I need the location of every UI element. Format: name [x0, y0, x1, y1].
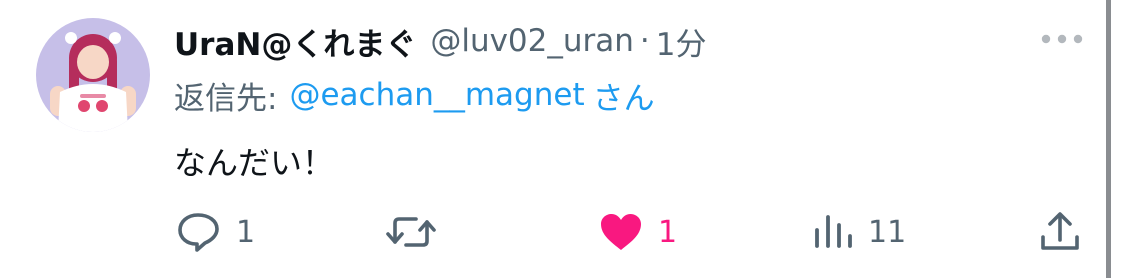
retweet-button[interactable] [384, 206, 452, 258]
user-handle[interactable]: @luv02_uran [430, 23, 634, 59]
reply-button[interactable]: 1 [176, 206, 255, 258]
reply-suffix: さん [592, 80, 655, 117]
retweet-icon [386, 217, 436, 247]
tweet-text: なんだい！ [174, 144, 335, 182]
more-options-button[interactable] [1038, 24, 1086, 54]
comment-icon [178, 213, 219, 252]
avatar[interactable] [36, 18, 150, 132]
reply-context: 返信先: @eachan__magnet さん [174, 72, 655, 118]
reply-prefix: 返信先: [174, 80, 278, 117]
views-button[interactable]: 11 [812, 206, 906, 258]
separator-dot: · [639, 23, 650, 59]
like-count: 1 [658, 214, 678, 250]
scrollbar[interactable] [1106, 0, 1111, 278]
timestamp[interactable]: 1分 [656, 19, 707, 64]
display-name[interactable]: UraN@くれまぐ [174, 19, 416, 64]
like-button[interactable]: 1 [598, 206, 677, 258]
share-button[interactable] [1038, 206, 1082, 258]
share-icon [1041, 212, 1079, 250]
tweet-header: UraN@くれまぐ @luv02_uran · 1分 [174, 18, 707, 64]
reply-user-link[interactable]: @eachan__magnet [289, 77, 584, 113]
heart-icon [601, 214, 641, 250]
reply-count: 1 [236, 214, 256, 250]
more-icon [1041, 34, 1083, 44]
bar-chart-icon [815, 215, 852, 248]
views-count: 11 [868, 214, 907, 250]
